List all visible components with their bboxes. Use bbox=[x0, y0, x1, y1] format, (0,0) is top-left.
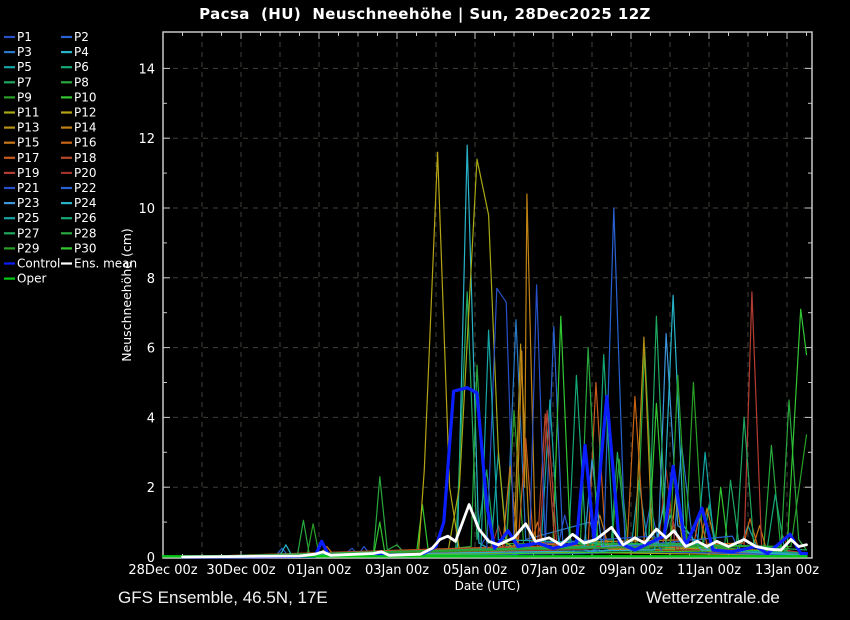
legend-item-p8: P8 bbox=[61, 75, 89, 89]
legend-item-p9: P9 bbox=[4, 90, 32, 104]
legend-label-p16: P16 bbox=[74, 136, 97, 150]
legend-label-p30: P30 bbox=[74, 241, 97, 255]
y-tick-label: 8 bbox=[147, 272, 155, 287]
legend-item-p15: P15 bbox=[4, 136, 40, 150]
legend-item-p4: P4 bbox=[61, 45, 89, 59]
legend-item-ens-mean: Ens. mean bbox=[61, 257, 137, 271]
legend-item-p7: P7 bbox=[4, 75, 32, 89]
footer-brand: Wetterzentrale.de bbox=[646, 588, 780, 608]
legend-item-p26: P26 bbox=[61, 211, 97, 225]
legend-label-ens-mean: Ens. mean bbox=[74, 257, 137, 271]
legend-item-p25: P25 bbox=[4, 211, 40, 225]
legend-label-p13: P13 bbox=[17, 121, 40, 135]
legend-label-p4: P4 bbox=[74, 45, 89, 59]
legend-label-p12: P12 bbox=[74, 106, 97, 120]
legend-item-p22: P22 bbox=[61, 181, 97, 195]
legend-label-p22: P22 bbox=[74, 181, 97, 195]
legend-label-p11: P11 bbox=[17, 106, 40, 120]
footer-model-info: GFS Ensemble, 46.5N, 17E bbox=[118, 588, 328, 608]
legend-item-p2: P2 bbox=[61, 30, 89, 44]
legend-item-p13: P13 bbox=[4, 121, 40, 135]
legend-item-p28: P28 bbox=[61, 226, 97, 240]
legend-label-p24: P24 bbox=[74, 196, 97, 210]
legend-item-p14: P14 bbox=[61, 121, 97, 135]
legend-item-p30: P30 bbox=[61, 241, 97, 255]
legend-label-p9: P9 bbox=[17, 90, 32, 104]
legend-label-p23: P23 bbox=[17, 196, 40, 210]
x-tick-label: 05Jan 00z bbox=[443, 563, 507, 578]
legend-item-control: Control bbox=[4, 257, 60, 271]
legend-label-p25: P25 bbox=[17, 211, 40, 225]
legend: P1P2P3P4P5P6P7P8P9P10P11P12P13P14P15P16P… bbox=[4, 30, 137, 286]
legend-label-p20: P20 bbox=[74, 166, 97, 180]
y-tick-label: 12 bbox=[138, 132, 155, 147]
x-tick-label: 30Dec 00z bbox=[206, 563, 275, 578]
series-p19 bbox=[183, 292, 807, 557]
y-tick-label: 0 bbox=[147, 551, 155, 566]
x-tick-label: 28Dec 00z bbox=[128, 563, 197, 578]
legend-item-oper: Oper bbox=[4, 272, 46, 286]
series-p7 bbox=[183, 292, 807, 557]
legend-label-p21: P21 bbox=[17, 181, 40, 195]
legend-label-p5: P5 bbox=[17, 60, 32, 74]
legend-label-p3: P3 bbox=[17, 45, 32, 59]
legend-item-p19: P19 bbox=[4, 166, 40, 180]
legend-item-p20: P20 bbox=[61, 166, 97, 180]
legend-label-p6: P6 bbox=[74, 60, 89, 74]
legend-label-p29: P29 bbox=[17, 241, 40, 255]
series-p21 bbox=[183, 285, 807, 557]
legend-label-p17: P17 bbox=[17, 151, 40, 165]
y-tick-label: 14 bbox=[138, 62, 155, 77]
legend-item-p6: P6 bbox=[61, 60, 89, 74]
y-tick-label: 4 bbox=[147, 411, 155, 426]
y-axis-label: Neuschneehöhe (cm) bbox=[119, 228, 134, 362]
legend-item-p3: P3 bbox=[4, 45, 32, 59]
legend-item-p16: P16 bbox=[61, 136, 97, 150]
legend-item-p21: P21 bbox=[4, 181, 40, 195]
legend-label-p19: P19 bbox=[17, 166, 40, 180]
y-tick-label: 6 bbox=[147, 342, 155, 357]
legend-item-p10: P10 bbox=[61, 90, 97, 104]
x-tick-label: 01Jan 00z bbox=[287, 563, 351, 578]
x-axis-label: Date (UTC) bbox=[455, 579, 521, 593]
legend-item-p27: P27 bbox=[4, 226, 40, 240]
x-tick-label: 11Jan 00z bbox=[677, 563, 741, 578]
ensemble-chart-page: Pacsa (HU) Neuschneehöhe | Sun, 28Dec202… bbox=[0, 0, 850, 620]
legend-label-p7: P7 bbox=[17, 75, 32, 89]
legend-item-p24: P24 bbox=[61, 196, 97, 210]
y-tick-label: 10 bbox=[138, 202, 155, 217]
legend-item-p18: P18 bbox=[61, 151, 97, 165]
legend-item-p5: P5 bbox=[4, 60, 32, 74]
x-tick-label: 03Jan 00z bbox=[365, 563, 429, 578]
legend-item-p17: P17 bbox=[4, 151, 40, 165]
legend-label-oper: Oper bbox=[17, 272, 46, 286]
legend-label-p10: P10 bbox=[74, 90, 97, 104]
x-tick-label: 09Jan 00z bbox=[599, 563, 663, 578]
legend-label-p18: P18 bbox=[74, 151, 97, 165]
legend-label-p1: P1 bbox=[17, 30, 32, 44]
legend-label-p15: P15 bbox=[17, 136, 40, 150]
legend-item-p11: P11 bbox=[4, 106, 40, 120]
y-tick-label: 2 bbox=[147, 481, 155, 496]
legend-item-p23: P23 bbox=[4, 196, 40, 210]
legend-item-p29: P29 bbox=[4, 241, 40, 255]
legend-label-p28: P28 bbox=[74, 226, 97, 240]
legend-label-p14: P14 bbox=[74, 121, 97, 135]
legend-label-p8: P8 bbox=[74, 75, 89, 89]
series-lines bbox=[163, 145, 807, 557]
y-axis-tick-labels: 0 2 4 6 8 10 12 14 bbox=[138, 62, 155, 566]
chart-title: Pacsa (HU) Neuschneehöhe | Sun, 28Dec202… bbox=[0, 5, 850, 23]
legend-label-p26: P26 bbox=[74, 211, 97, 225]
legend-item-p12: P12 bbox=[61, 106, 97, 120]
legend-item-p1: P1 bbox=[4, 30, 32, 44]
x-tick-label: 13Jan 00z bbox=[755, 563, 819, 578]
legend-label-p2: P2 bbox=[74, 30, 89, 44]
legend-label-p27: P27 bbox=[17, 226, 40, 240]
x-tick-label: 07Jan 00z bbox=[521, 563, 585, 578]
legend-label-control: Control bbox=[17, 257, 60, 271]
chart-canvas: 28Dec 00z 30Dec 00z 01Jan 00z 03Jan 00z 05Ja… bbox=[0, 0, 850, 620]
x-axis-tick-labels: 28Dec 00z 30Dec 00z 01Jan 00z 03Jan 00z 05Ja… bbox=[128, 563, 819, 578]
